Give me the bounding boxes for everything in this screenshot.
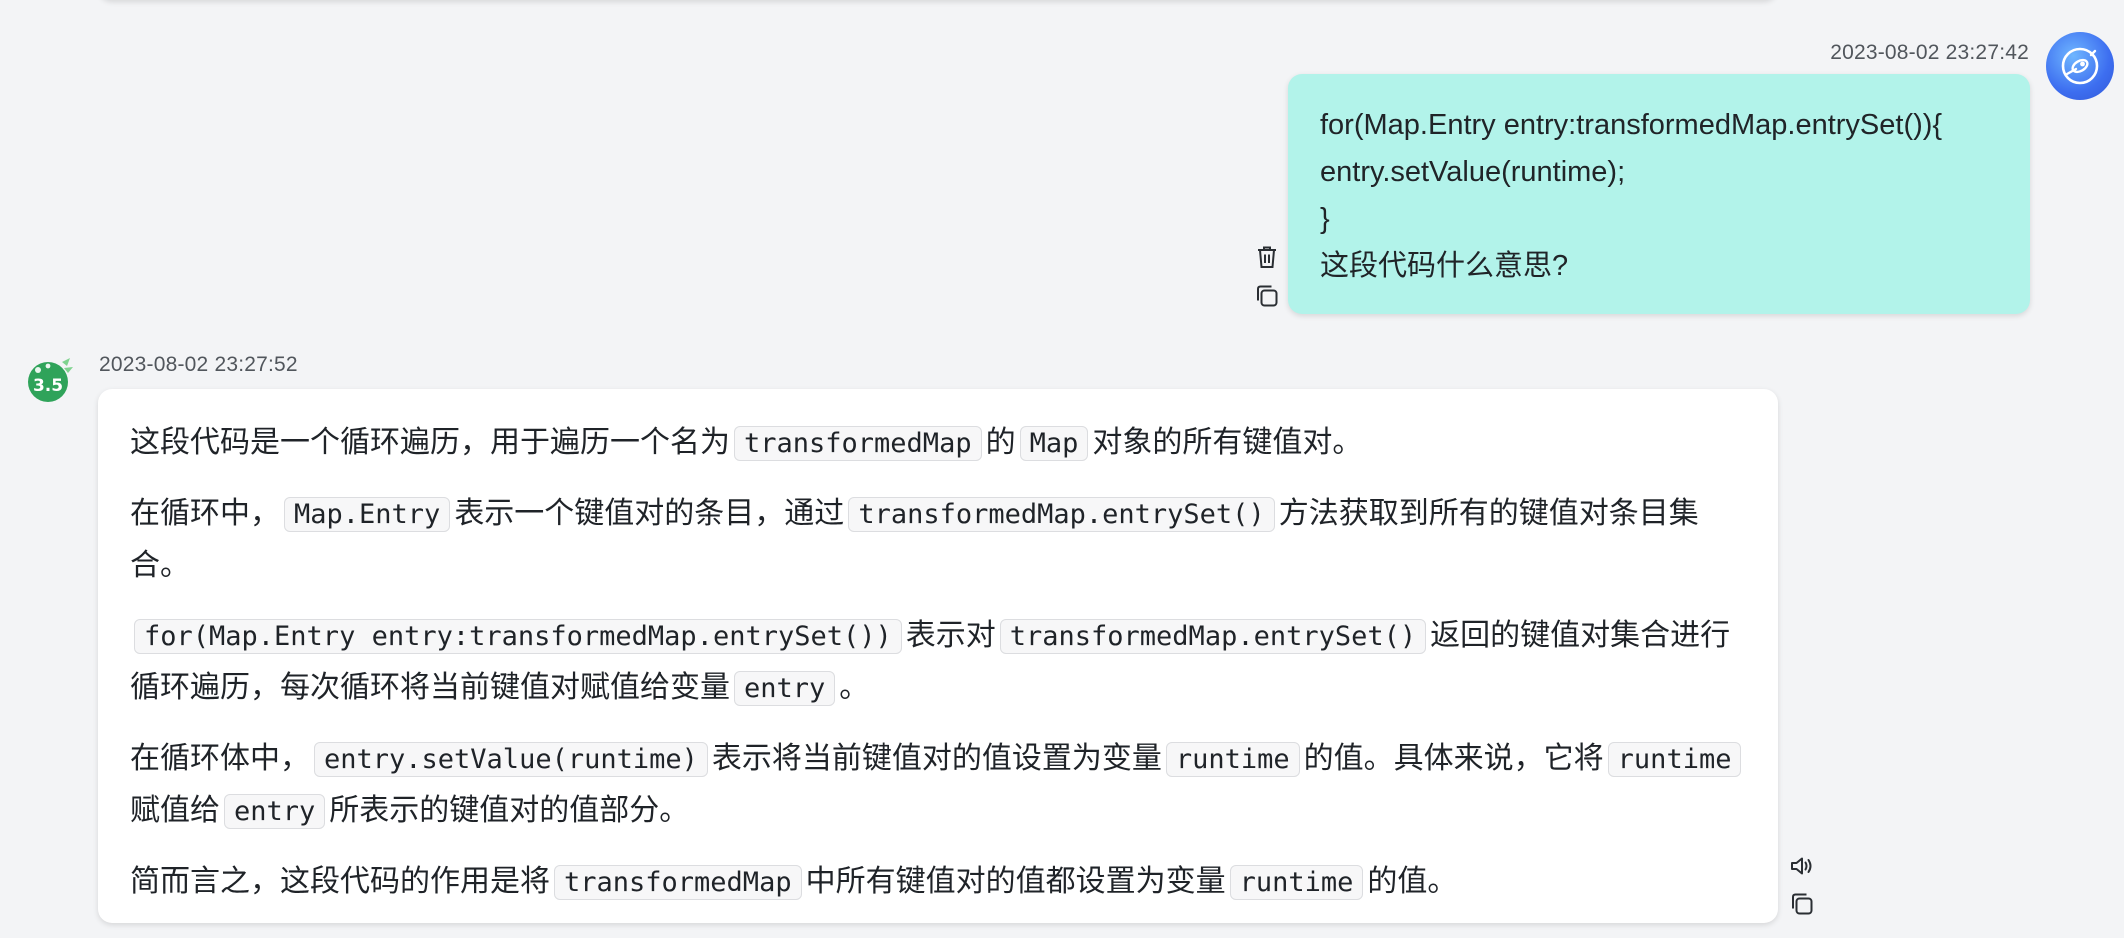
inline-code: runtime — [1165, 742, 1300, 777]
answer-paragraph: 在循环中， Map.Entry 表示一个键值对的条目，通过 transformedMa… — [130, 488, 1748, 591]
user-message-line: 这段代码什么意思? — [1320, 250, 1569, 282]
inline-code: Map.Entry — [284, 497, 451, 532]
user-message-line: for(Map.Entry entry:transformedMap.entry… — [1320, 109, 1943, 141]
answer-text: 的 — [985, 426, 1016, 459]
answer-text: 表示一个键值对的条目，通过 — [454, 497, 845, 530]
answer-text: 中所有键值对的值都设置为变量 — [805, 865, 1226, 898]
inline-code: runtime — [1607, 742, 1742, 777]
avatar-badge-text: 3.5 — [33, 376, 63, 396]
inline-code: entry.setValue(runtime) — [314, 742, 708, 777]
user-message-bubble: for(Map.Entry entry:transformedMap.entry… — [1288, 74, 2030, 314]
inline-code: transformedMap.entrySet() — [999, 619, 1427, 654]
answer-text: 在循环中， — [130, 497, 280, 530]
assistant-avatar[interactable]: 3.5 — [24, 354, 76, 406]
answer-text: 表示对 — [905, 619, 996, 652]
answer-text: 所表示的键值对的值部分。 — [329, 794, 690, 827]
trash-icon[interactable] — [1253, 243, 1281, 271]
answer-paragraph: 简而言之，这段代码的作用是将 transformedMap 中所有键值对的值都设置为… — [130, 856, 1748, 908]
answer-text: 对象的所有键值对。 — [1092, 426, 1363, 459]
answer-text: 的值。 — [1367, 865, 1458, 898]
answer-paragraph: 在循环体中， entry.setValue(runtime) 表示将当前键值对的值设… — [130, 733, 1748, 837]
inline-code: entry — [224, 794, 326, 829]
inline-code: transformedMap — [554, 865, 802, 900]
inline-code: for(Map.Entry entry:transformedMap.entry… — [134, 619, 902, 654]
copy-icon[interactable] — [1253, 282, 1281, 310]
answer-paragraph: 这段代码是一个循环遍历，用于遍历一个名为 transformedMap 的 Map 对象… — [130, 417, 1748, 469]
inline-code: entry — [734, 671, 836, 706]
user-message-timestamp: 2023-08-02 23:27:42 — [1830, 41, 2029, 64]
user-message-line: } — [1320, 203, 1330, 235]
speaker-icon[interactable] — [1788, 852, 1816, 880]
inline-code: transformedMap — [734, 426, 982, 461]
answer-text: 表示将当前键值对的值设置为变量 — [711, 742, 1162, 775]
inline-code: runtime — [1229, 865, 1364, 900]
answer-text: 简而言之，这段代码的作用是将 — [130, 865, 550, 898]
answer-text: 。 — [839, 671, 870, 704]
copy-icon[interactable] — [1788, 890, 1816, 918]
answer-text: 这段代码是一个循环遍历，用于遍历一个名为 — [130, 426, 730, 459]
assistant-message-timestamp: 2023-08-02 23:27:52 — [99, 353, 298, 376]
robot-avatar-icon: 3.5 — [28, 358, 73, 402]
answer-paragraph: for(Map.Entry entry:transformedMap.entry… — [130, 610, 1748, 714]
user-message-line: entry.setValue(runtime); — [1320, 156, 1626, 188]
answer-text: 在循环体中， — [130, 742, 310, 775]
inline-code: Map — [1019, 426, 1089, 461]
user-avatar[interactable] — [2046, 32, 2114, 100]
inline-code: transformedMap.entrySet() — [848, 497, 1275, 532]
answer-text: 赋值给 — [130, 794, 220, 827]
assistant-message-bubble: 这段代码是一个循环遍历，用于遍历一个名为 transformedMap 的 Map 对象… — [98, 389, 1778, 923]
answer-text: 的值。具体来说，它将 — [1303, 742, 1604, 775]
user-avatar-icon — [2061, 47, 2099, 85]
